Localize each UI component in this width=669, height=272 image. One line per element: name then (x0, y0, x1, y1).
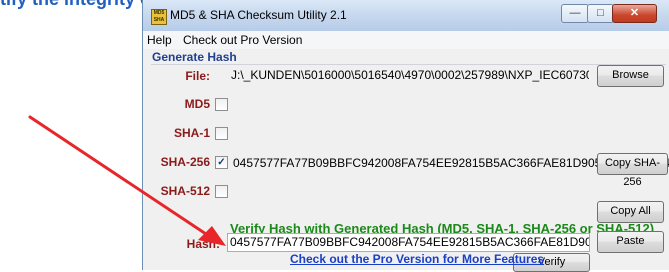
file-label: File: (185, 69, 210, 83)
sha256-checkbox[interactable]: ✓ (215, 156, 228, 169)
generate-hash-label: Generate Hash (152, 50, 237, 64)
copy-all-button[interactable]: Copy All (597, 201, 664, 223)
sha1-label: SHA-1 (173, 126, 210, 140)
check-mark-icon: ✓ (217, 157, 226, 168)
sha512-checkbox[interactable] (215, 185, 228, 198)
sha1-checkbox[interactable] (215, 127, 228, 140)
minimize-button[interactable]: — (561, 4, 589, 23)
browse-button[interactable]: Browse (597, 65, 664, 87)
file-path-field[interactable]: J:\_KUNDEN\5016000\5016540\4970\0002\257… (231, 68, 589, 84)
group-divider (151, 64, 666, 65)
menu-bar: Help Check out Pro Version (143, 31, 669, 49)
title-bar: MD5 SHA MD5 & SHA Checksum Utility 2.1 — … (143, 0, 669, 32)
close-button[interactable]: ✕ (612, 4, 657, 23)
paste-button[interactable]: Paste (597, 231, 664, 253)
menu-help[interactable]: Help (147, 33, 172, 47)
copy-sha256-button[interactable]: Copy SHA-256 (597, 153, 668, 188)
maximize-button[interactable]: □ (587, 4, 614, 23)
menu-check-out-pro[interactable]: Check out Pro Version (183, 33, 302, 47)
app-icon: MD5 SHA (151, 9, 167, 25)
md5-checkbox[interactable] (215, 98, 228, 111)
hash-input[interactable]: 0457577FA77B09BBFC942008FA754EE92815B5AC… (227, 233, 590, 252)
sha256-label: SHA-256 (160, 155, 210, 169)
window-title: MD5 & SHA Checksum Utility 2.1 (170, 8, 347, 22)
hash-label: Hash: (186, 237, 220, 251)
sha512-label: SHA-512 (160, 184, 210, 198)
pro-version-link[interactable]: Check out the Pro Version for More Featu… (290, 252, 544, 266)
md5-label: MD5 (184, 97, 210, 111)
sha256-value[interactable]: 0457577FA77B09BBFC942008FA754EE92815B5AC… (233, 156, 669, 170)
